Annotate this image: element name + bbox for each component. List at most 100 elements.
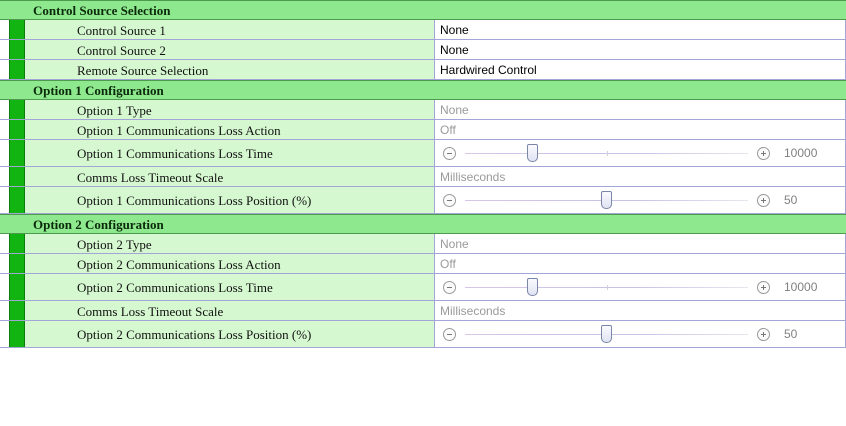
row-selector-bar[interactable] xyxy=(9,301,25,320)
property-value-cell[interactable]: 50 xyxy=(436,321,846,347)
row-selector-bar[interactable] xyxy=(9,234,25,253)
property-name: Comms Loss Timeout Scale xyxy=(77,170,224,185)
property-value-cell[interactable]: 10000 xyxy=(436,274,846,300)
property-value-cell[interactable]: Hardwired Control xyxy=(436,60,846,79)
property-name-cell[interactable]: Option 1 Communications Loss Action xyxy=(25,120,435,139)
row-selector-bar[interactable] xyxy=(9,100,25,119)
slider-value: 50 xyxy=(784,193,798,207)
property-row-option-1-communications-loss-action[interactable]: Option 1 Communications Loss Action Off xyxy=(0,120,846,140)
property-value-cell[interactable]: None xyxy=(436,100,846,119)
property-value: None xyxy=(440,237,469,251)
row-selector-bar[interactable] xyxy=(9,274,25,300)
property-value[interactable]: None xyxy=(440,23,469,37)
property-row-option-1-communications-loss-position[interactable]: Option 1 Communications Loss Position (%… xyxy=(0,187,846,214)
property-value-cell[interactable]: Milliseconds xyxy=(436,301,846,320)
minus-icon[interactable] xyxy=(443,328,456,341)
property-name: Option 2 Communications Loss Time xyxy=(77,280,273,295)
property-row-remote-source-selection[interactable]: Remote Source Selection Hardwired Control xyxy=(0,60,846,80)
property-grid: Control Source Selection Control Source 1… xyxy=(0,0,846,348)
slider-thumb[interactable] xyxy=(601,325,612,343)
property-name: Option 1 Communications Loss Action xyxy=(77,123,281,138)
property-name-cell[interactable]: Comms Loss Timeout Scale xyxy=(25,167,435,186)
property-name: Option 2 Communications Loss Action xyxy=(77,257,281,272)
row-selector-bar[interactable] xyxy=(9,187,25,213)
property-value-cell[interactable]: 10000 xyxy=(436,140,846,166)
property-value-cell[interactable]: 50 xyxy=(436,187,846,213)
property-name-cell[interactable]: Option 2 Communications Loss Position (%… xyxy=(25,321,435,347)
property-name: Option 2 Type xyxy=(77,237,152,252)
property-value-cell[interactable]: Off xyxy=(436,254,846,273)
row-selector-bar[interactable] xyxy=(9,254,25,273)
property-value[interactable]: Hardwired Control xyxy=(440,63,537,77)
property-value-cell[interactable]: None xyxy=(436,20,846,39)
property-name: Control Source 1 xyxy=(77,23,166,38)
property-name-cell[interactable]: Option 1 Type xyxy=(25,100,435,119)
property-name: Option 2 Communications Loss Position (%… xyxy=(77,327,312,342)
property-name-cell[interactable]: Option 1 Communications Loss Time xyxy=(25,140,435,166)
property-value-cell[interactable]: Off xyxy=(436,120,846,139)
property-name: Remote Source Selection xyxy=(77,63,209,78)
slider-thumb[interactable] xyxy=(527,144,538,162)
property-name-cell[interactable]: Option 1 Communications Loss Position (%… xyxy=(25,187,435,213)
property-value: Off xyxy=(440,257,456,271)
section-header-option-1-configuration[interactable]: Option 1 Configuration xyxy=(0,80,846,100)
slider-tick xyxy=(607,285,608,290)
property-name: Comms Loss Timeout Scale xyxy=(77,304,224,319)
row-selector-bar[interactable] xyxy=(9,321,25,347)
row-selector-bar[interactable] xyxy=(9,120,25,139)
plus-icon[interactable] xyxy=(757,147,770,160)
value-slider[interactable]: 50 xyxy=(436,321,845,347)
property-name-cell[interactable]: Remote Source Selection xyxy=(25,60,435,79)
slider-value: 10000 xyxy=(784,146,818,160)
section-title: Option 1 Configuration xyxy=(33,83,164,98)
slider-thumb[interactable] xyxy=(601,191,612,209)
property-row-control-source-1[interactable]: Control Source 1 None xyxy=(0,20,846,40)
value-slider[interactable]: 50 xyxy=(436,187,845,213)
minus-icon[interactable] xyxy=(443,147,456,160)
property-name-cell[interactable]: Control Source 1 xyxy=(25,20,435,39)
value-slider[interactable]: 10000 xyxy=(436,140,845,166)
property-value-cell[interactable]: None xyxy=(436,234,846,253)
property-name: Option 1 Type xyxy=(77,103,152,118)
property-value-cell[interactable]: None xyxy=(436,40,846,59)
property-name-cell[interactable]: Option 2 Communications Loss Action xyxy=(25,254,435,273)
property-row-comms-loss-timeout-scale[interactable]: Comms Loss Timeout Scale Milliseconds xyxy=(0,167,846,187)
slider-tick xyxy=(607,151,608,156)
property-name-cell[interactable]: Option 2 Communications Loss Time xyxy=(25,274,435,300)
property-row-comms-loss-timeout-scale[interactable]: Comms Loss Timeout Scale Milliseconds xyxy=(0,301,846,321)
property-row-option-1-communications-loss-time[interactable]: Option 1 Communications Loss Time 10000 xyxy=(0,140,846,167)
section-header-option-2-configuration[interactable]: Option 2 Configuration xyxy=(0,214,846,234)
minus-icon[interactable] xyxy=(443,194,456,207)
slider-thumb[interactable] xyxy=(527,278,538,296)
property-name: Control Source 2 xyxy=(77,43,166,58)
row-selector-bar[interactable] xyxy=(9,20,25,39)
property-value[interactable]: None xyxy=(440,43,469,57)
row-selector-bar[interactable] xyxy=(9,40,25,59)
property-row-option-2-communications-loss-time[interactable]: Option 2 Communications Loss Time 10000 xyxy=(0,274,846,301)
property-row-option-1-type[interactable]: Option 1 Type None xyxy=(0,100,846,120)
property-row-option-2-communications-loss-position[interactable]: Option 2 Communications Loss Position (%… xyxy=(0,321,846,348)
row-selector-bar[interactable] xyxy=(9,140,25,166)
property-row-option-2-communications-loss-action[interactable]: Option 2 Communications Loss Action Off xyxy=(0,254,846,274)
property-value: Off xyxy=(440,123,456,137)
section-title: Option 2 Configuration xyxy=(33,217,164,232)
property-name-cell[interactable]: Comms Loss Timeout Scale xyxy=(25,301,435,320)
section-header-control-source-selection[interactable]: Control Source Selection xyxy=(0,0,846,20)
plus-icon[interactable] xyxy=(757,194,770,207)
slider-value: 10000 xyxy=(784,280,818,294)
slider-value: 50 xyxy=(784,327,798,341)
row-selector-bar[interactable] xyxy=(9,60,25,79)
plus-icon[interactable] xyxy=(757,328,770,341)
property-value-cell[interactable]: Milliseconds xyxy=(436,167,846,186)
property-name-cell[interactable]: Control Source 2 xyxy=(25,40,435,59)
property-row-option-2-type[interactable]: Option 2 Type None xyxy=(0,234,846,254)
row-selector-bar[interactable] xyxy=(9,167,25,186)
property-name-cell[interactable]: Option 2 Type xyxy=(25,234,435,253)
value-slider[interactable]: 10000 xyxy=(436,274,845,300)
plus-icon[interactable] xyxy=(757,281,770,294)
property-value: Milliseconds xyxy=(440,170,506,184)
minus-icon[interactable] xyxy=(443,281,456,294)
property-value: Milliseconds xyxy=(440,304,506,318)
section-title: Control Source Selection xyxy=(33,3,171,18)
property-row-control-source-2[interactable]: Control Source 2 None xyxy=(0,40,846,60)
